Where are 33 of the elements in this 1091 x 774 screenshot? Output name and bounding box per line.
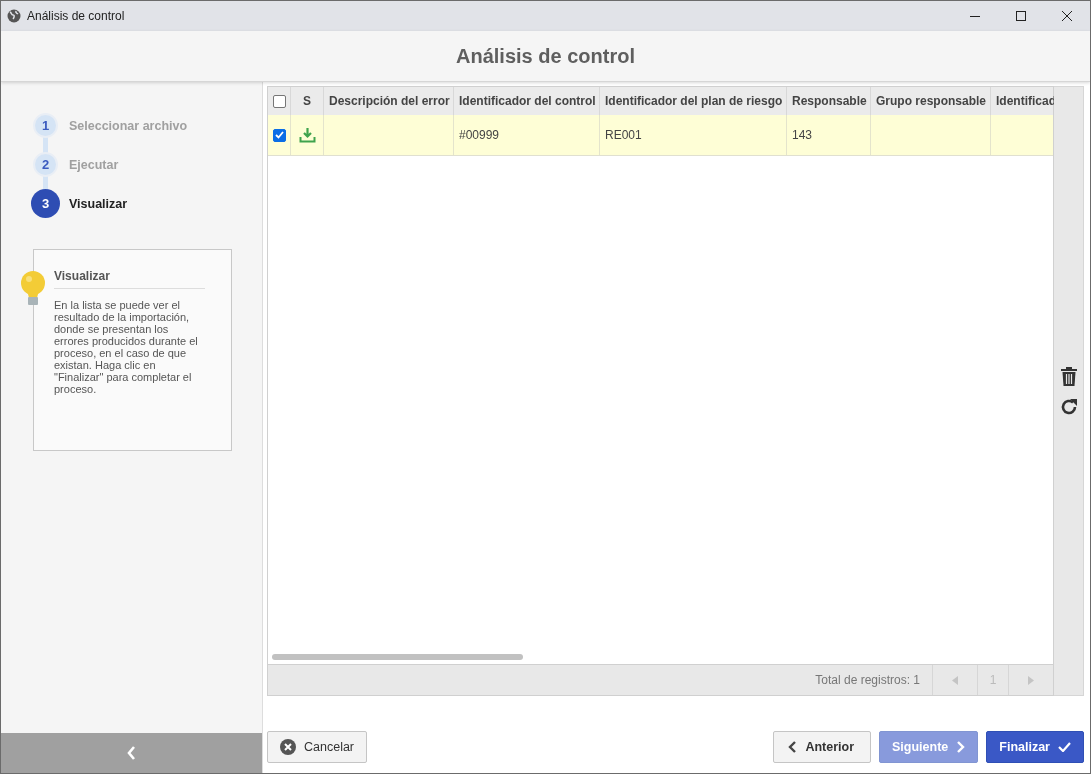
- back-button[interactable]: Anterior: [773, 731, 871, 763]
- table-cell: #00999: [454, 115, 600, 155]
- triangle-right-icon: [1028, 675, 1034, 685]
- step-number: 1: [33, 113, 58, 138]
- download-icon: [298, 127, 316, 143]
- close-icon: [280, 739, 296, 755]
- chevron-left-icon: [788, 741, 798, 753]
- table-cell: 143: [787, 115, 871, 155]
- chevron-right-icon: [956, 741, 966, 753]
- finish-button[interactable]: Finalizar: [986, 731, 1084, 763]
- trash-icon[interactable]: [1060, 366, 1077, 386]
- table-cell: RE001: [600, 115, 787, 155]
- step-number: 3: [31, 189, 60, 218]
- step-number: 2: [33, 152, 58, 177]
- record-count: Total de registros: 1: [815, 672, 921, 689]
- check-icon: [1058, 742, 1071, 752]
- minimize-icon: [970, 15, 980, 17]
- dialog-title: Análisis de control: [456, 44, 635, 68]
- window-title: Análisis de control: [27, 9, 125, 23]
- globe-icon: [7, 9, 21, 23]
- tip-text: En la lista se puede ver el resultado de la importación, donde se presentan los errores producidos durante el proceso, en el caso de que existan. Haga clic en "Finalizar" para completar el proceso.: [54, 299, 199, 395]
- close-icon: [1062, 11, 1072, 21]
- cancel-button[interactable]: Cancelar: [267, 731, 368, 763]
- table-row[interactable]: #00999 RE001 143: [268, 115, 1053, 156]
- checkbox[interactable]: [272, 94, 286, 108]
- refresh-icon[interactable]: [1059, 397, 1078, 416]
- checkbox[interactable]: [272, 128, 286, 142]
- tip-title: Visualizar: [54, 269, 205, 289]
- triangle-left-icon: [952, 675, 958, 685]
- lightbulb-icon: [20, 270, 46, 308]
- chevron-left-icon: [127, 746, 136, 760]
- maximize-icon: [1016, 11, 1026, 21]
- step-label[interactable]: Visualizar: [69, 196, 128, 211]
